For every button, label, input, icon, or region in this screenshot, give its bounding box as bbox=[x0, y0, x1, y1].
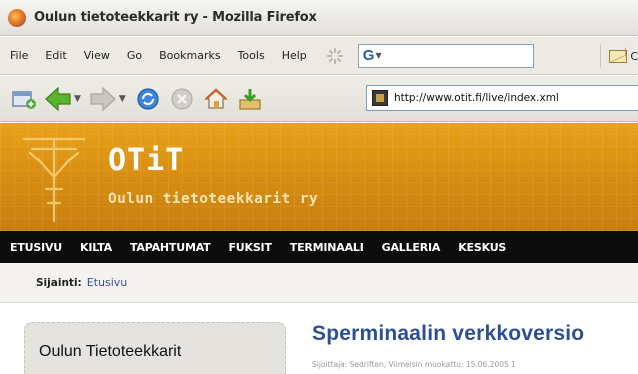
navigation-toolbar: ▼ ▼ http://www.otit.fi/live/index.xml bbox=[0, 76, 638, 122]
stop-icon bbox=[171, 88, 193, 109]
site-navigation: ETUSIVU KILTA TAPAHTUMAT FUKSIT TERMINAA… bbox=[0, 231, 638, 263]
header-pattern bbox=[0, 123, 638, 231]
nav-etusivu[interactable]: ETUSIVU bbox=[10, 241, 62, 254]
breadcrumb: Sijainti: Etusivu bbox=[0, 263, 638, 303]
menu-tools[interactable]: Tools bbox=[238, 49, 265, 62]
menu-bookmarks[interactable]: Bookmarks bbox=[159, 49, 220, 62]
sidebar-title: Oulun Tietoteekkarit bbox=[39, 343, 182, 360]
home-button[interactable] bbox=[202, 85, 230, 113]
menu-go[interactable]: Go bbox=[127, 49, 142, 62]
breadcrumb-label: Sijainti: bbox=[36, 276, 82, 289]
page-favicon-icon bbox=[372, 90, 388, 106]
chevron-down-icon[interactable]: ▼ bbox=[375, 51, 381, 60]
menu-help[interactable]: Help bbox=[282, 49, 307, 62]
nav-tapahtumat[interactable]: TAPAHTUMAT bbox=[130, 241, 211, 254]
nav-keskustelu[interactable]: KESKUS bbox=[458, 241, 506, 254]
download-button[interactable] bbox=[236, 85, 264, 113]
new-window-icon bbox=[12, 90, 36, 109]
address-text[interactable]: http://www.otit.fi/live/index.xml bbox=[394, 92, 559, 104]
site-header: OTiT Oulun tietoteekkarit ry bbox=[0, 123, 638, 231]
menu-bar: File Edit View Go Bookmarks Tools Help G… bbox=[0, 37, 638, 75]
reload-button[interactable] bbox=[134, 85, 162, 113]
sidebar-box: Oulun Tietoteekkarit bbox=[24, 322, 286, 374]
window-title: Oulun tietoteekkarit ry - Mozilla Firefo… bbox=[34, 10, 317, 25]
article-title[interactable]: Sperminaalin verkkoversio bbox=[312, 322, 584, 346]
nav-galleria[interactable]: GALLERIA bbox=[382, 241, 441, 254]
nav-fuksit[interactable]: FUKSIT bbox=[228, 241, 271, 254]
new-window-button[interactable] bbox=[10, 85, 38, 113]
window-titlebar: Oulun tietoteekkarit ry - Mozilla Firefo… bbox=[0, 0, 638, 36]
nav-kilta[interactable]: KILTA bbox=[80, 241, 112, 254]
breadcrumb-link-etusivu[interactable]: Etusivu bbox=[87, 276, 128, 289]
menu-file[interactable]: File bbox=[10, 49, 28, 62]
article-meta: Sijoittaja: Sedriften, Viimeisin muokatt… bbox=[312, 360, 516, 369]
google-g-icon[interactable]: G bbox=[363, 47, 375, 64]
throbber-icon bbox=[326, 47, 343, 64]
menu-edit[interactable]: Edit bbox=[45, 49, 66, 62]
reload-icon bbox=[137, 87, 159, 110]
mail-icon bbox=[609, 49, 628, 63]
back-button[interactable] bbox=[44, 85, 72, 113]
stop-button[interactable] bbox=[168, 85, 196, 113]
mail-button[interactable]: C bbox=[600, 44, 638, 68]
back-icon bbox=[45, 86, 71, 111]
home-icon bbox=[204, 87, 228, 109]
nav-terminaali[interactable]: TERMINAALI bbox=[290, 241, 364, 254]
back-history-dropdown-icon[interactable]: ▼ bbox=[74, 94, 81, 104]
otit-logo-icon[interactable] bbox=[18, 129, 90, 225]
address-bar[interactable]: http://www.otit.fi/live/index.xml bbox=[366, 85, 638, 111]
forward-history-dropdown-icon[interactable]: ▼ bbox=[119, 94, 126, 104]
forward-icon bbox=[90, 86, 116, 111]
firefox-icon bbox=[8, 8, 26, 27]
search-input[interactable]: G ▼ bbox=[357, 43, 534, 68]
download-icon bbox=[239, 88, 261, 110]
mail-label: C bbox=[630, 49, 638, 63]
menu-view[interactable]: View bbox=[84, 49, 110, 62]
site-name[interactable]: OTiT bbox=[108, 143, 184, 178]
site-subtitle: Oulun tietoteekkarit ry bbox=[108, 191, 318, 207]
forward-button[interactable] bbox=[89, 85, 117, 113]
